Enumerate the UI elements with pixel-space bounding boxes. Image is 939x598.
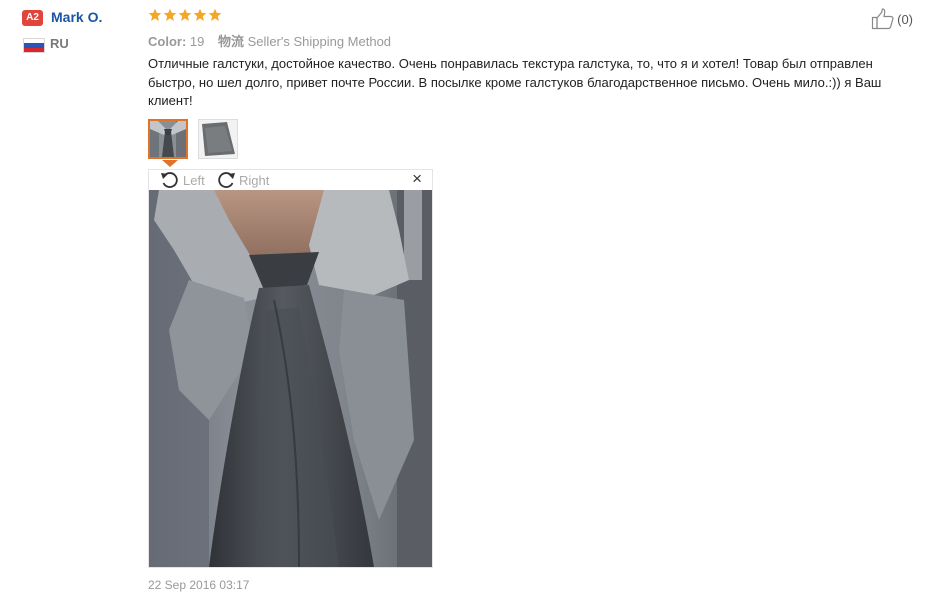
star-icon [208,8,222,21]
reviewer-name[interactable]: Mark O. [51,9,102,25]
tie-fabric-thumb-image [199,120,237,158]
tie-photo-image [149,190,432,567]
photo-viewer: Left Right × [148,169,433,568]
thumbs-up-icon [872,8,894,30]
rotate-right-button[interactable]: Right [215,171,269,189]
close-icon[interactable]: × [412,169,422,189]
review-meta: Color: 19 物流 Seller's Shipping Method [148,31,391,50]
rotate-left-button[interactable]: Left [159,171,205,189]
tie-photo-thumb-image [150,121,186,157]
shipping-label: 物流 [218,34,245,49]
color-value: 19 [189,34,205,49]
review-photo-large [149,190,432,567]
star-icon [178,8,192,21]
russia-flag-icon [23,38,45,53]
helpful-count: (0) [897,11,913,27]
star-icon [148,8,162,21]
star-icon [163,8,177,21]
helpful-button[interactable]: (0) [871,8,913,30]
review-thumbnails [148,119,238,159]
review-date: 22 Sep 2016 03:17 [148,578,250,592]
color-label: Color: [148,34,187,49]
reviewer-country: RU [50,36,69,51]
rotate-left-label: Left [183,172,205,188]
rotate-right-icon [218,172,235,188]
rotate-right-label: Right [239,172,270,188]
review-photo-thumbnail[interactable] [148,119,188,159]
review-text: Отличные галстуки, достойное качество. О… [148,56,882,108]
active-thumbnail-pointer [162,160,178,167]
shipping-value: Seller's Shipping Method [247,34,392,49]
photo-viewer-toolbar: Left Right × [149,169,432,190]
star-icon [193,8,207,21]
reviewer-level-badge: A2 [22,10,43,26]
review-photo-thumbnail[interactable] [198,119,238,159]
star-rating [148,8,222,22]
rotate-left-icon [161,172,178,188]
